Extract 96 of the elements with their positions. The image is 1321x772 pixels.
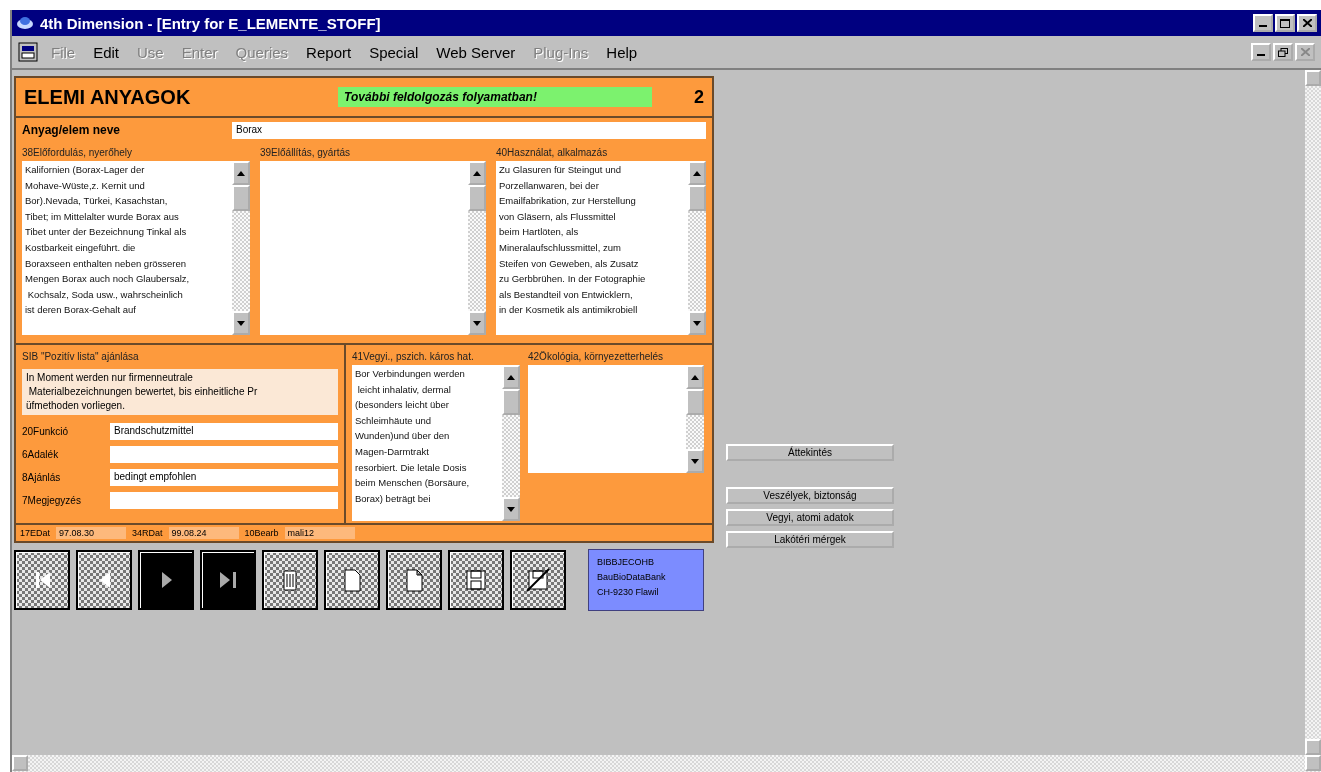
scrollbar-track[interactable] [232, 161, 250, 335]
scroll-up-button[interactable] [686, 365, 704, 389]
restore-icon [1278, 47, 1288, 57]
scrollbar-track[interactable] [686, 365, 704, 473]
recommendation-text: In Moment werden nur firmenneutrale Materialbezeichnungen bewertet, bis einheitliche Pr üfmethoden vorliegen. [22, 369, 338, 415]
field-label: 39Előállítás, gyártás [260, 147, 352, 160]
name-field[interactable]: Borax [232, 121, 706, 139]
close-icon [1302, 19, 1312, 27]
menu-item[interactable]: Help [597, 43, 647, 61]
previous-button[interactable] [76, 550, 132, 610]
last-button[interactable] [200, 550, 256, 610]
scrollbar-track[interactable] [688, 161, 706, 335]
text-field[interactable]: Brandschutzmittel [110, 423, 338, 440]
scroll-up-button[interactable] [232, 161, 250, 185]
memo-field[interactable] [496, 161, 706, 335]
field-label: 10Bearb [244, 528, 279, 538]
text-field[interactable] [110, 492, 338, 509]
status-message: További feldolgozás folyamatban! [338, 87, 652, 107]
date-field: 99.08.24 [168, 527, 239, 539]
scroll-up-button[interactable] [688, 161, 706, 185]
delete-button[interactable] [262, 550, 318, 610]
field-label: 38Előfordulás, nyerőhely [22, 147, 134, 160]
field-label: 20Funkció [22, 426, 70, 437]
scroll-down-button[interactable] [688, 311, 706, 335]
publisher-info: BIBBJECOHB BauBioDataBank CH-9230 Flawil [588, 549, 704, 611]
app-icon [16, 16, 34, 30]
memo-text: Kalifornien (Borax-Lager der Mohave-Wüste,z. Kernit und Bor).Nevada, Türkei, Kasachstan, Tibet; im Mittelalter wurde Borax aus Tibet unter der Bezeichnung Tinkal als Kostbarkeit eingeführt. die Boraxseen enthalten neben grösseren Mengen Borax auch noch Glaubersalz, Kochsalz, Soda usw., wahrscheinlich ist deren Borax-Gehalt auf [24, 163, 191, 318]
menu-item[interactable]: Report [297, 43, 361, 61]
navigation-button[interactable]: Lakótéri mérgek [726, 531, 894, 548]
duplicate-button[interactable] [386, 550, 442, 610]
field-label: SIB "Pozitív lista" ajánlása [22, 351, 140, 364]
field-label: 41Vegyi., pszich. káros hat. [352, 351, 475, 364]
next-button[interactable] [138, 550, 194, 610]
menu-item[interactable]: Special [360, 43, 428, 61]
new-button[interactable] [324, 550, 380, 610]
scroll-up-button[interactable] [468, 161, 486, 185]
up-arrow-icon [507, 374, 515, 380]
scrollbar-track[interactable] [468, 161, 486, 335]
field-label: Anyag/elem neve [22, 123, 122, 137]
document-menu-icon[interactable] [18, 42, 38, 62]
field-label: 42Ökológia, környezetterhelés [528, 351, 665, 364]
overview-button[interactable]: Áttekintés [726, 444, 894, 461]
memo-field[interactable] [528, 365, 704, 473]
scroll-down-button[interactable] [232, 311, 250, 335]
maximize-icon [1280, 18, 1290, 28]
up-arrow-icon [473, 170, 481, 176]
scroll-thumb[interactable] [686, 389, 704, 415]
close-icon [1300, 48, 1310, 56]
field-label: 17EDat [20, 528, 51, 538]
minimize-button[interactable] [1251, 43, 1271, 61]
window-title: 4th Dimension - [Entry for E_LEMENTE_STOFF] [40, 14, 381, 32]
memo-field[interactable]: Bor Verbindungen werden leicht inhalativ, dermal (besonders leicht über Schleimhäute und Wunden)und über den Magen-Darmtrakt resorbiert. Die letale Dosis beim Menschen (Borsäure, Borax) beträgt bei [352, 365, 520, 521]
scrollbar-track[interactable] [502, 365, 520, 521]
page-number: 2 [694, 86, 704, 108]
memo-field[interactable] [22, 161, 250, 335]
memo-text: Zu Glasuren für Steingut und Porzellanwaren, bei der Emailfabrikation, zur Herstellung von Gläsern, als Flussmittel beim Hartlöten, als Mineralaufschlussmittel, zum Steifen von Geweben, als Zusatz zu Gerbbrühen. In der Fotographie als Bestandteil von Entwicklern, in der Kosmetik als antimikrobiell [498, 163, 647, 318]
field-label: 34RDat [132, 528, 163, 538]
memo-text: Bor Verbindungen werden leicht inhalativ, dermal (besonders leicht über Schleimhäute und Wunden)und über den Magen-Darmtrakt resorbiert. Die letale Dosis beim Menschen (Borsäure, Borax) beträgt bei [354, 367, 471, 506]
close-button[interactable] [1297, 14, 1317, 32]
form-title: ELEMI ANYAGOK [24, 85, 192, 109]
scroll-thumb[interactable] [468, 185, 486, 211]
memo-field[interactable] [260, 161, 486, 335]
navigation-button[interactable]: Veszélyek, biztonság [726, 487, 894, 504]
first-button[interactable] [14, 550, 70, 610]
scroll-down-button[interactable] [468, 311, 486, 335]
down-arrow-icon [237, 320, 245, 326]
crossed-floppy-icon [526, 568, 550, 592]
navigation-button[interactable]: Vegyi, atomi adatok [726, 509, 894, 526]
scroll-thumb[interactable] [688, 185, 706, 211]
date-field: mali12 [284, 527, 355, 539]
field-label: 40Használat, alkalmazás [496, 147, 609, 160]
up-arrow-icon [237, 170, 245, 176]
up-arrow-icon [691, 374, 699, 380]
cancel-button[interactable] [510, 550, 566, 610]
save-button[interactable] [448, 550, 504, 610]
menu-item[interactable]: Web Server [427, 43, 525, 61]
text-field[interactable]: bedingt empfohlen [110, 469, 338, 486]
text-field[interactable] [110, 446, 338, 463]
scroll-down-button[interactable] [502, 497, 520, 521]
maximize-button[interactable] [1275, 14, 1295, 32]
down-arrow-icon [507, 506, 515, 512]
field-label: 6Adalék [22, 449, 60, 460]
scroll-thumb[interactable] [502, 389, 520, 415]
down-arrow-icon [693, 320, 701, 326]
minimize-button[interactable] [1253, 14, 1273, 32]
field-label: 7Megjegyzés [22, 495, 82, 506]
scroll-down-button[interactable] [686, 449, 704, 473]
field-label: 8Ajánlás [22, 472, 62, 483]
down-arrow-icon [691, 458, 699, 464]
scroll-thumb[interactable] [232, 185, 250, 211]
down-arrow-icon [473, 320, 481, 326]
restore-button[interactable] [1273, 43, 1293, 61]
up-arrow-icon [693, 170, 701, 176]
scroll-up-button[interactable] [502, 365, 520, 389]
menu-item[interactable]: Edit [84, 43, 129, 61]
date-field: 97.08.30 [56, 527, 127, 539]
